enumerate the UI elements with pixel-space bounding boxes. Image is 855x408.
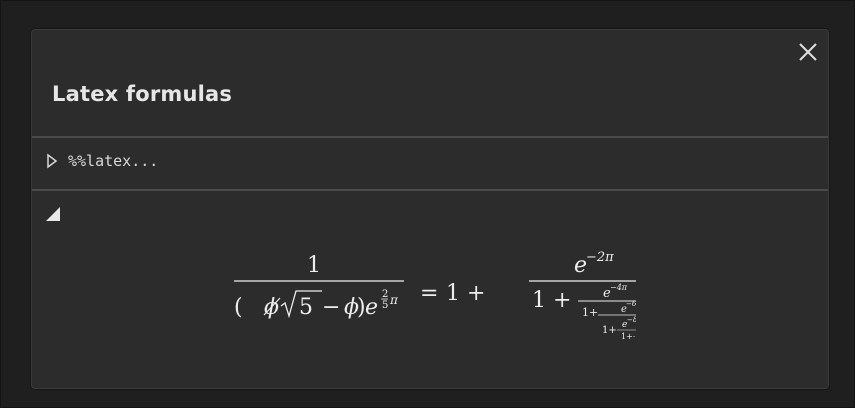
divider [32, 189, 828, 191]
close-icon[interactable] [796, 40, 820, 64]
collapse-triangle-icon[interactable] [44, 205, 62, 223]
cf3-one: 1+ [602, 325, 617, 336]
cf1-one: 1 [532, 288, 546, 313]
rhs-one: 1 [446, 281, 460, 306]
exp-frac-num: 2 [382, 289, 388, 300]
lhs-minus: − [322, 295, 340, 320]
cell-input-collapsed[interactable]: %%latex... [46, 150, 158, 172]
expand-triangle-icon[interactable] [46, 153, 58, 169]
cf1-num-exp: −4π [610, 283, 628, 292]
latex-formula-output: 1 ( ϕ 5 − ϕ ) e 2 5 π = 1 + e −2π 1 + e [234, 250, 636, 341]
divider [32, 136, 828, 138]
exp-frac-den: 5 [382, 300, 388, 311]
cf2-one: 1+ [582, 306, 598, 319]
sqrt-radicand: 5 [299, 295, 313, 320]
rhs-plus: + [467, 281, 485, 306]
cf1-plus: + [553, 288, 571, 313]
equals-sign: = [420, 281, 438, 306]
latex-formulas-panel: Latex formulas %%latex... 1 ( ϕ 5 − ϕ ) … [31, 29, 829, 389]
cf3-den: 1+⋯ [621, 332, 636, 341]
rhs-numerator-exp: −2π [586, 250, 614, 265]
cf3-num-exp: −8π [627, 316, 636, 324]
panel-title: Latex formulas [52, 82, 233, 106]
notebook-background: Latex formulas %%latex... 1 ( ϕ 5 − ϕ ) … [0, 0, 855, 408]
cell-code-preview[interactable]: %%latex... [68, 152, 158, 170]
lhs-open-paren: ( [234, 295, 243, 320]
cf2-num-exp: −6π [626, 300, 636, 308]
exp-pi: π [389, 293, 399, 307]
lhs-e: e [365, 295, 378, 320]
lhs-numerator: 1 [307, 253, 321, 278]
